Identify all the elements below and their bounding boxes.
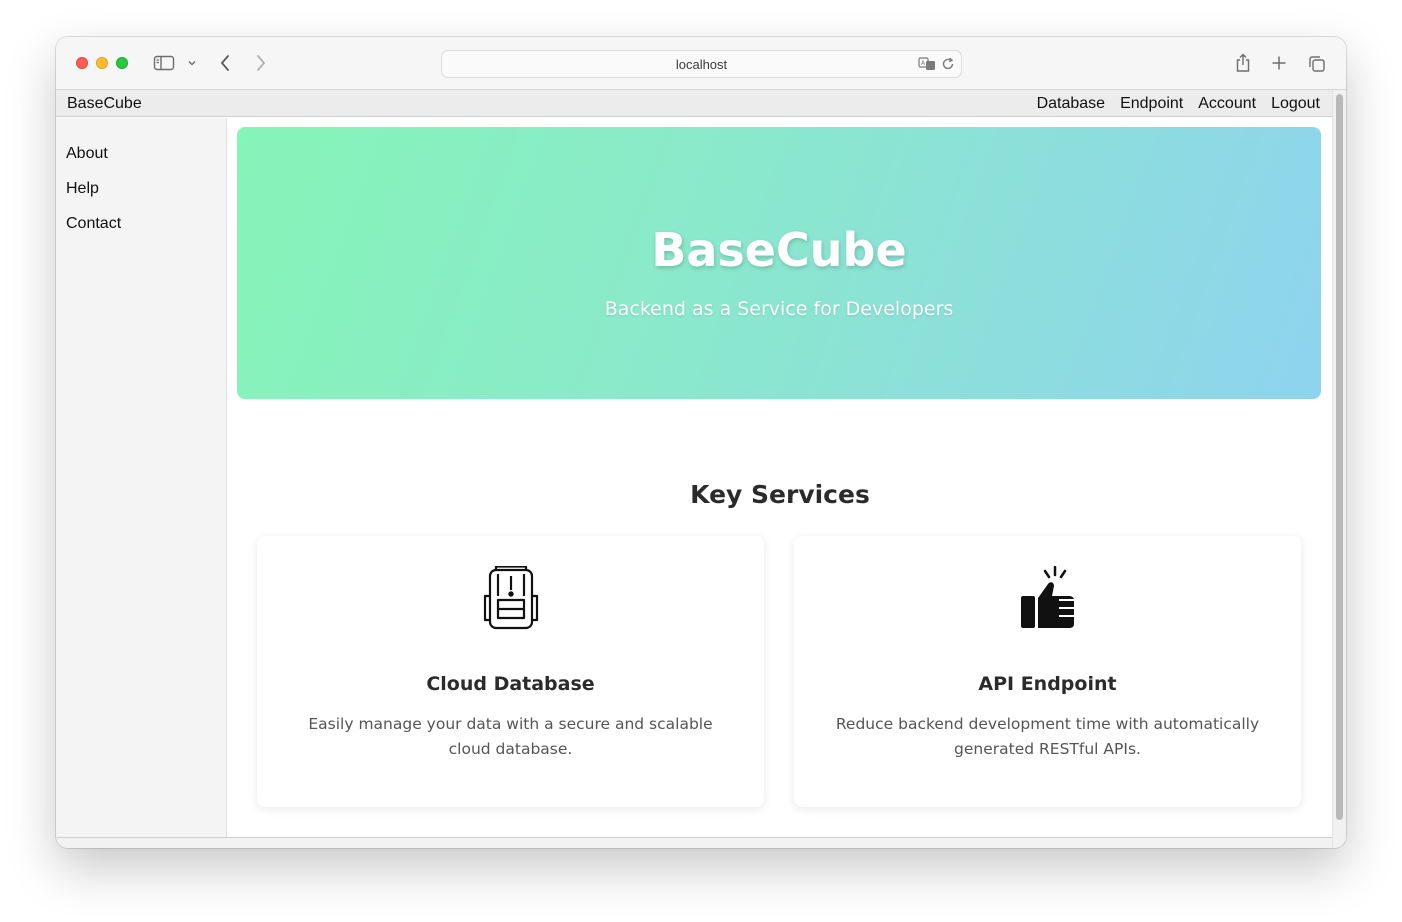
- hero-banner: BaseCube Backend as a Service for Develo…: [237, 127, 1321, 399]
- nav-link-account[interactable]: Account: [1198, 95, 1256, 113]
- services-heading: Key Services: [690, 480, 870, 509]
- thumbs-up-icon: [1019, 565, 1077, 630]
- browser-window: localhost A BaseCube Database Endpoint A…: [56, 37, 1346, 848]
- chevron-right-icon[interactable]: [252, 54, 270, 72]
- sidebar-item-help[interactable]: Help: [66, 180, 99, 198]
- share-icon[interactable]: [1233, 52, 1253, 74]
- card-title: API Endpoint: [978, 673, 1117, 695]
- scrollbar[interactable]: [1332, 90, 1346, 848]
- nav-links: Database Endpoint Account Logout: [1037, 95, 1320, 113]
- sidebar-item-contact[interactable]: Contact: [66, 215, 121, 233]
- tabs-icon[interactable]: [1307, 54, 1327, 74]
- service-card-api-endpoint: API Endpoint Reduce backend development …: [794, 536, 1301, 807]
- hero-title: BaseCube: [651, 223, 907, 277]
- minimize-window-button[interactable]: [96, 57, 108, 69]
- sidebar-item-about[interactable]: About: [66, 145, 108, 163]
- main-content: BaseCube Backend as a Service for Develo…: [228, 118, 1332, 848]
- translate-icon[interactable]: A: [918, 56, 936, 72]
- url-text: localhost: [675, 57, 728, 72]
- svg-text:A: A: [921, 60, 926, 67]
- nav-link-endpoint[interactable]: Endpoint: [1120, 95, 1183, 113]
- app-navbar: BaseCube Database Endpoint Account Logou…: [56, 90, 1332, 117]
- page-footer: [56, 837, 1332, 848]
- brand-logo[interactable]: BaseCube: [67, 95, 142, 113]
- service-card-cloud-database: Cloud Database Easily manage your data w…: [257, 536, 764, 807]
- address-bar[interactable]: localhost A: [441, 50, 962, 78]
- plus-icon[interactable]: [1270, 54, 1288, 72]
- chevron-down-icon[interactable]: [186, 57, 198, 69]
- close-window-button[interactable]: [76, 57, 88, 69]
- zoom-window-button[interactable]: [116, 57, 128, 69]
- nav-link-logout[interactable]: Logout: [1271, 95, 1320, 113]
- hero-subtitle: Backend as a Service for Developers: [604, 298, 954, 320]
- chevron-left-icon[interactable]: [216, 54, 234, 72]
- card-title: Cloud Database: [426, 673, 595, 695]
- card-description: Reduce backend development time with aut…: [835, 715, 1260, 758]
- reload-icon[interactable]: [940, 56, 956, 72]
- sidebar: About Help Contact: [56, 118, 227, 848]
- nav-link-database[interactable]: Database: [1037, 95, 1106, 113]
- card-description: Easily manage your data with a secure an…: [308, 715, 713, 758]
- scrollbar-thumb[interactable]: [1336, 94, 1343, 820]
- sidebar-icon[interactable]: [152, 54, 176, 72]
- backpack-icon: [482, 565, 540, 630]
- browser-titlebar: localhost A: [56, 37, 1346, 90]
